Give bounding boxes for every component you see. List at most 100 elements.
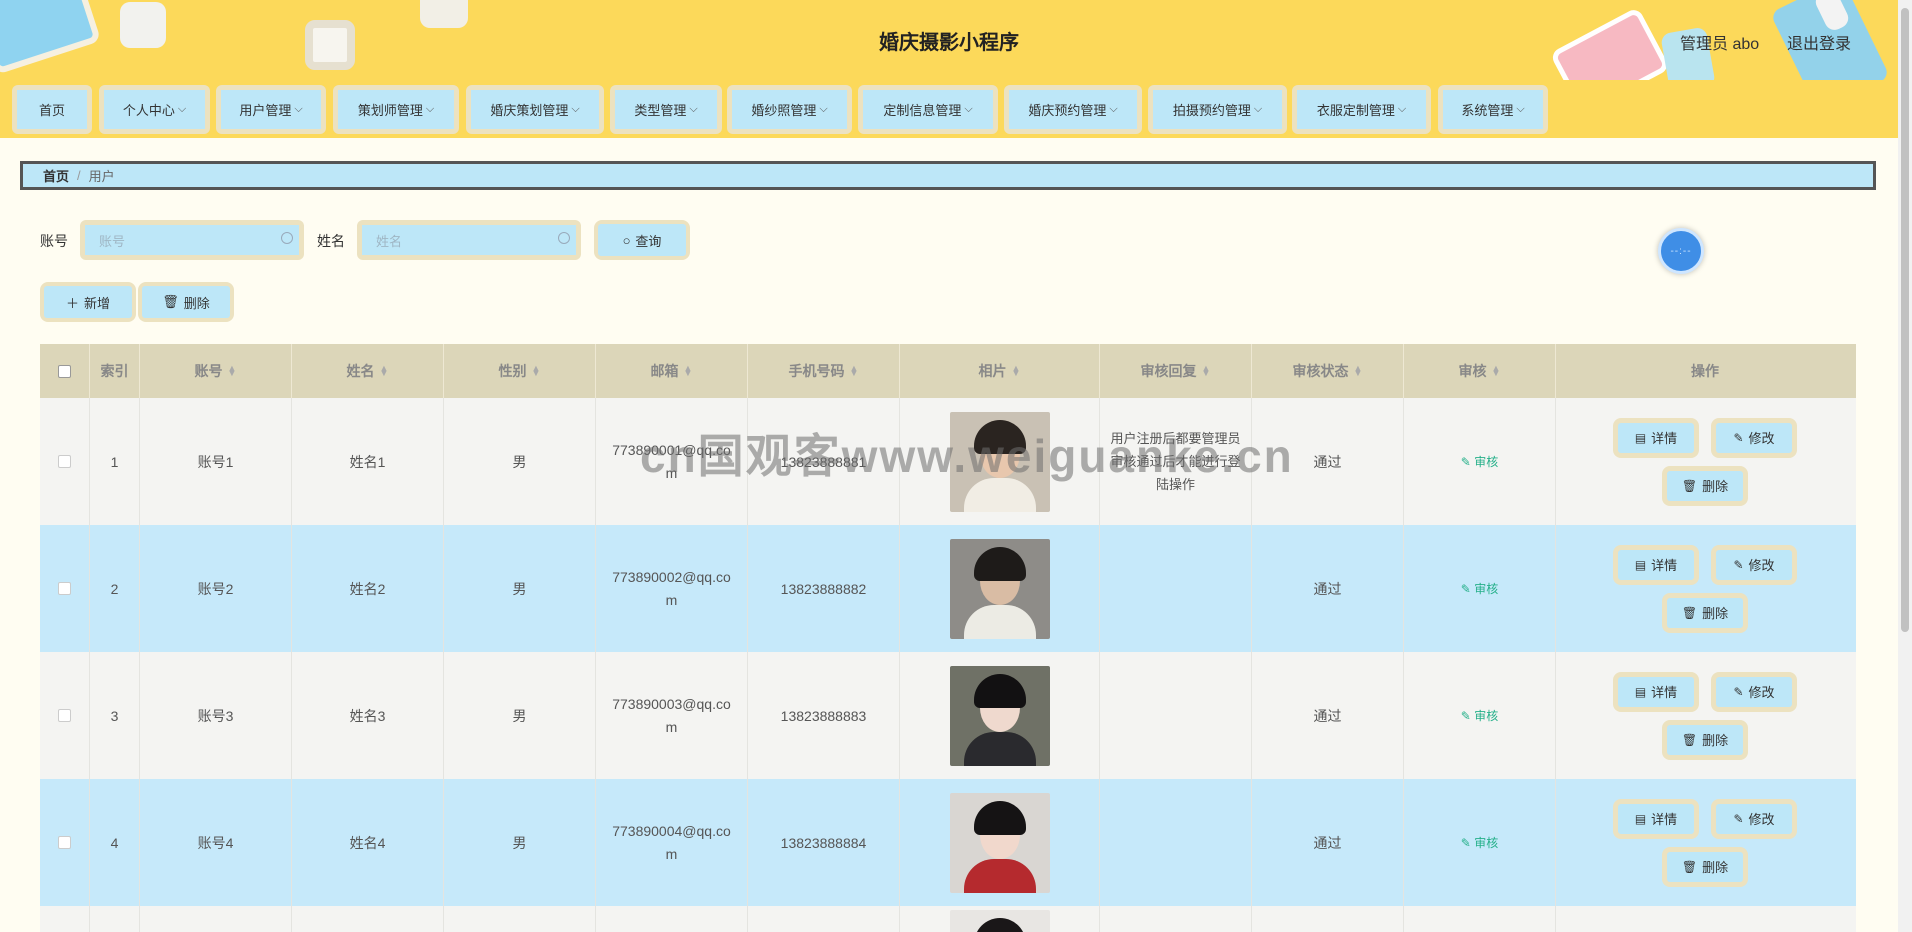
detail-button-label: 详情 [1651,431,1678,446]
detail-button[interactable]: ▤ 详情 [1613,798,1699,839]
gender-cell: 男 [444,779,596,906]
phone-cell: 13823888884 [748,779,900,906]
select-all-checkbox[interactable] [58,364,71,378]
column-header-audit-reply[interactable]: 审核回复 ▲ ▼ [1100,344,1252,398]
nav-item-home[interactable]: 首页 [12,85,92,134]
nav-item-label: 婚庆预约管理 [1028,103,1107,118]
nav-item-wedding-photo-management[interactable]: 婚纱照管理 ⌵ [727,85,852,134]
user-photo[interactable] [949,910,1050,932]
column-header-photo[interactable]: 相片 ▲ ▼ [900,344,1100,398]
actions-cell: ▤ 详情 ✎ 修改 🗑 删除 [1556,398,1854,525]
audit-link-label: 审核 [1474,455,1499,469]
plus-icon: ＋ [65,295,79,311]
row-checkbox[interactable] [58,709,71,722]
nav-item-personal-center[interactable]: 个人中心 ⌵ [99,85,210,134]
nav-item-wedding-booking-management[interactable]: 婚庆预约管理 ⌵ [1004,85,1142,134]
magnifier-icon: ○ [622,232,631,248]
edit-button-label: 修改 [1748,812,1775,827]
chevron-down-icon: ⌵ [1253,103,1263,115]
row-checkbox[interactable] [58,836,71,849]
chevron-down-icon: ⌵ [1397,103,1407,115]
column-header-email[interactable]: 邮箱 ▲ ▼ [596,344,748,398]
nav-item-label: 婚纱照管理 [751,103,817,118]
audit-reply-cell [1100,652,1252,779]
row-select-cell [40,779,90,906]
nav-item-wedding-planning-management[interactable]: 婚庆策划管理 ⌵ [466,85,604,134]
table-header: 索引 账号 ▲ ▼ 姓名 ▲ ▼ 性别 ▲ ▼ 邮箱 ▲ ▼ 手机号码 ▲ ▼ 相片 ▲ ▼ 审核回复 ▲… [40,344,1856,398]
column-header-audit-status[interactable]: 审核状态 ▲ ▼ [1252,344,1404,398]
column-header-label: 账号 [194,363,223,379]
photo-cell [900,652,1100,779]
audit-link[interactable]: ✎ 审核 [1461,707,1498,724]
nav-item-custom-info-management[interactable]: 定制信息管理 ⌵ [858,85,998,134]
main-nav: 首页 个人中心 ⌵ 用户管理 ⌵ 策划师管理 ⌵ 婚庆策划管理 ⌵ 类型管理 ⌵ 婚纱照管… [0,80,1898,138]
detail-button[interactable]: ▤ 详情 [1613,671,1699,712]
column-header-name[interactable]: 姓名 ▲ ▼ [292,344,444,398]
edit-button[interactable]: ✎ 修改 [1711,671,1797,712]
row-delete-button[interactable]: 🗑 删除 [1662,465,1748,506]
nav-item-system-management[interactable]: 系统管理 ⌵ [1438,85,1548,134]
audit-link-label: 审核 [1474,709,1499,723]
account-search-input[interactable]: 账号 [80,220,304,260]
edit-button-label: 修改 [1748,685,1775,700]
nav-item-label: 系统管理 [1461,103,1514,118]
pencil-icon: ✎ [1733,684,1744,699]
edit-button[interactable]: ✎ 修改 [1711,798,1797,839]
nav-item-label: 拍摄预约管理 [1172,103,1251,118]
query-button[interactable]: ○ 查询 [594,220,690,260]
index-cell: 3 [90,652,140,779]
edit-button[interactable]: ✎ 修改 [1711,417,1797,458]
user-photo[interactable] [949,792,1050,893]
page-scrollbar[interactable] [1898,0,1912,932]
column-header-phone[interactable]: 手机号码 ▲ ▼ [748,344,900,398]
column-header-label: 手机号码 [788,363,845,379]
scrollbar-thumb[interactable] [1901,8,1909,632]
edit-button-label: 修改 [1748,558,1775,573]
audit-link[interactable]: ✎ 审核 [1461,834,1498,851]
column-header-gender[interactable]: 性别 ▲ ▼ [444,344,596,398]
audit-cell: ✎ 审核 [1404,525,1556,652]
phone-cell: 13823888882 [748,525,900,652]
magnifier-icon [558,232,570,244]
email-cell: 773890003@qq.com [596,652,748,779]
user-photo[interactable] [949,538,1050,639]
nav-item-shoot-booking-management[interactable]: 拍摄预约管理 ⌵ [1148,85,1287,134]
row-delete-button[interactable]: 🗑 删除 [1662,592,1748,633]
row-checkbox[interactable] [58,582,71,595]
nav-item-clothing-custom-management[interactable]: 衣服定制管理 ⌵ [1292,85,1431,134]
nav-item-planner-management[interactable]: 策划师管理 ⌵ [333,85,459,134]
row-delete-button[interactable]: 🗑 删除 [1662,846,1748,887]
breadcrumb-home[interactable]: 首页 [43,166,69,185]
row-delete-button[interactable]: 🗑 删除 [1662,719,1748,760]
nav-item-type-management[interactable]: 类型管理 ⌵ [610,85,722,134]
column-header-audit[interactable]: 审核 ▲ ▼ [1404,344,1556,398]
chevron-down-icon: ⌵ [689,103,698,115]
nav-item-user-management[interactable]: 用户管理 ⌵ [216,85,326,134]
audit-link[interactable]: ✎ 审核 [1461,453,1498,470]
user-photo[interactable] [949,665,1050,766]
row-select-cell [40,398,90,525]
edit-button[interactable]: ✎ 修改 [1711,544,1797,585]
logout-link[interactable]: 退出登录 [1787,30,1851,54]
row-checkbox[interactable] [58,455,71,468]
detail-button[interactable]: ▤ 详情 [1613,544,1699,585]
document-icon: ▤ [1634,811,1647,826]
sort-icon: ▲ ▼ [227,363,237,378]
select-all-cell [40,344,90,398]
clock-icon[interactable]: --:-- [1658,228,1704,274]
sort-icon: ▲ ▼ [1201,363,1211,378]
pencil-icon: ✎ [1733,430,1744,445]
index-cell: 2 [90,525,140,652]
add-button[interactable]: ＋ 新增 [40,282,136,322]
actions-cell: ▤ 详情 ✎ 修改 🗑 删除 [1556,525,1854,652]
detail-button[interactable]: ▤ 详情 [1613,417,1699,458]
batch-delete-button[interactable]: 🗑 删除 [138,282,234,322]
column-header-account[interactable]: 账号 ▲ ▼ [140,344,292,398]
sort-icon: ▲ ▼ [683,363,693,378]
name-search-input[interactable]: 姓名 [357,220,581,260]
chevron-down-icon: ⌵ [294,103,303,115]
nav-item-label: 首页 [38,103,65,118]
audit-link[interactable]: ✎ 审核 [1461,580,1498,597]
document-icon: ▤ [1634,430,1647,445]
row-select-cell [40,652,90,779]
